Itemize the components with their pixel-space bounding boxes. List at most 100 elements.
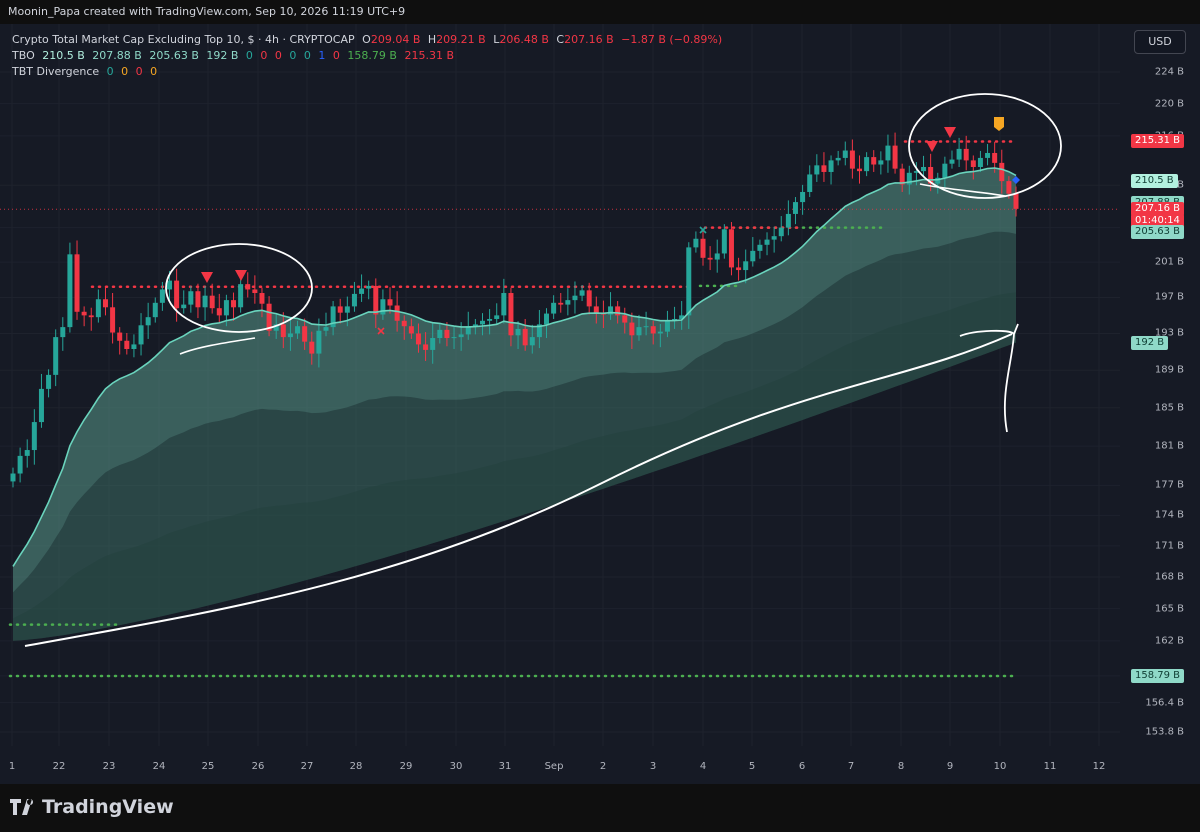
candle-body [166, 280, 172, 290]
tradingview-logo-icon [10, 799, 34, 815]
price-badge: 210.5 B [1131, 174, 1178, 189]
candle-body [714, 253, 720, 260]
candle-body [31, 422, 37, 451]
candle-body [864, 157, 870, 172]
candle-body [963, 148, 969, 161]
price-tick-label: 220 B [1154, 98, 1184, 110]
date-tick-label: 5 [748, 761, 756, 772]
candle-body [501, 293, 507, 316]
candle-body [871, 157, 877, 165]
price-tick-label: 168 B [1154, 571, 1184, 583]
candle-body [287, 333, 293, 338]
candle-body [359, 288, 365, 294]
candle-body [24, 450, 30, 456]
sell-signal-marker [944, 127, 956, 138]
candle-body [394, 305, 400, 321]
candle-body [138, 325, 144, 345]
candle-body [949, 159, 955, 164]
candle-body [110, 307, 116, 333]
candle-body [316, 330, 322, 354]
date-tick-label: 27 [300, 761, 314, 772]
candle-body [885, 145, 891, 161]
candle-body [921, 166, 927, 172]
candle-body [785, 213, 791, 228]
candle-body [522, 328, 528, 346]
date-tick-label: 24 [152, 761, 166, 772]
candle-body [622, 315, 628, 323]
candle-body [53, 337, 59, 375]
candle-body [728, 229, 734, 268]
date-tick-label: 11 [1043, 761, 1057, 772]
candle-body [586, 290, 592, 307]
sell-signal-marker [926, 141, 938, 152]
price-badge: 205.63 B [1131, 224, 1185, 239]
open-value: 209.04 B [370, 33, 421, 46]
candle-body [174, 280, 180, 309]
price-chart-svg[interactable] [0, 24, 1200, 784]
candle-body [366, 285, 372, 289]
candle-body [615, 306, 621, 316]
candle-body [572, 295, 578, 301]
price-tick-label: 189 B [1154, 364, 1184, 376]
chart-area[interactable]: Crypto Total Market Cap Excluding Top 10… [0, 24, 1200, 784]
candle-body [351, 293, 357, 307]
date-tick-label: 12 [1092, 761, 1106, 772]
candle-body [629, 322, 635, 336]
candle-body [985, 152, 991, 158]
date-tick-label: 1 [8, 761, 16, 772]
legend-tbo-row[interactable]: TBO 210.5 B 207.88 B 205.63 B 192 B 0 0 … [12, 48, 726, 64]
candle-body [437, 329, 443, 339]
candle-body [551, 302, 557, 314]
candle-body [700, 238, 706, 258]
candle-body [750, 250, 756, 262]
currency-button[interactable]: USD [1134, 30, 1186, 54]
date-tick-label: 4 [699, 761, 707, 772]
chart-legend: Crypto Total Market Cap Excluding Top 10… [12, 32, 726, 80]
candle-body [835, 157, 841, 161]
candle-body [344, 306, 350, 313]
symbol-title[interactable]: Crypto Total Market Cap Excluding Top 10… [12, 33, 355, 46]
candle-body [102, 299, 108, 308]
candle-body [117, 332, 123, 341]
candle-body [771, 236, 777, 240]
tbo-label: TBO [12, 49, 35, 62]
date-tick-label: 31 [498, 761, 512, 772]
candle-body [842, 150, 848, 158]
candle-body [223, 300, 229, 316]
date-tick-label: 7 [847, 761, 855, 772]
candle-body [821, 165, 827, 172]
candle-body [657, 331, 663, 334]
candle-body [152, 302, 158, 318]
price-tick-label: 201 B [1154, 256, 1184, 268]
candle-body [145, 317, 151, 326]
candle-body [159, 289, 165, 303]
date-tick-label: 10 [993, 761, 1007, 772]
price-tick-label: 181 B [1154, 440, 1184, 452]
candle-body [10, 473, 16, 482]
candle-body [743, 261, 749, 271]
candle-body [380, 299, 386, 315]
candle-body [401, 320, 407, 327]
candle-body [74, 254, 80, 312]
top-credit-bar: Moonin_Papa created with TradingView.com… [0, 0, 1200, 24]
candle-body [95, 299, 101, 318]
price-tick-label: 165 B [1154, 603, 1184, 615]
date-tick-label: Sep [544, 761, 564, 772]
candle-body [857, 168, 863, 172]
footer-bar: TradingView [0, 784, 1200, 832]
date-tick-label: 25 [201, 761, 215, 772]
candle-body [992, 152, 998, 163]
price-tick-label: 171 B [1154, 540, 1184, 552]
candle-body [494, 315, 500, 319]
candle-body [558, 302, 564, 305]
date-tick-label: 29 [399, 761, 413, 772]
candle-body [458, 334, 464, 338]
legend-divergence-row[interactable]: TBT Divergence 0 0 0 0 [12, 64, 726, 80]
candle-body [415, 333, 421, 345]
candle-body [373, 285, 379, 315]
candle-body [508, 293, 514, 336]
tradingview-logo[interactable]: TradingView [10, 796, 174, 818]
candle-body [977, 157, 983, 167]
candle-body [792, 202, 798, 214]
candle-body [892, 145, 898, 169]
